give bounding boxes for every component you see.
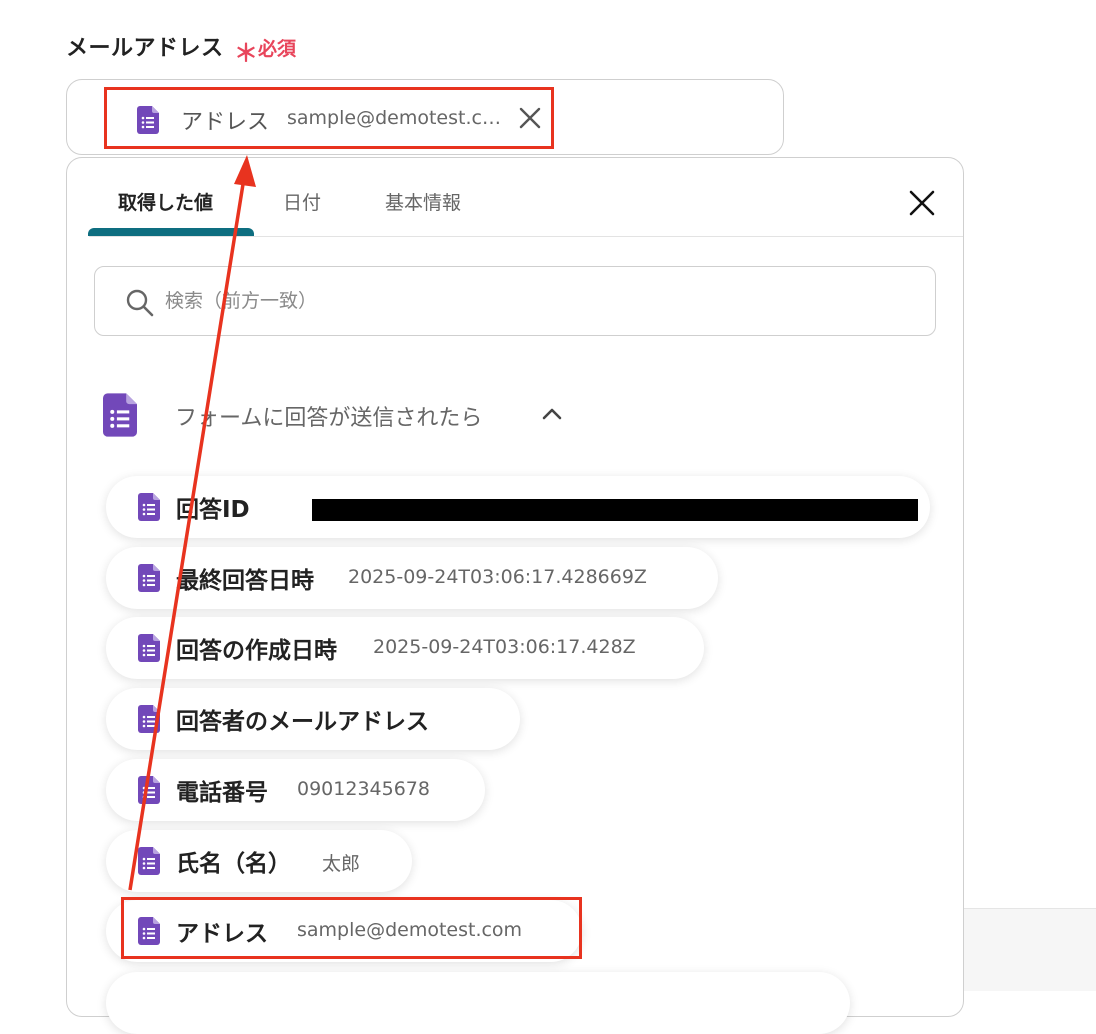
google-forms-icon (138, 634, 160, 666)
redacted-value (312, 499, 918, 521)
row-value: 太郎 (322, 853, 361, 875)
search-box (94, 266, 936, 336)
trigger-group-header[interactable]: フォームに回答が送信されたら (103, 392, 573, 442)
row-label: アドレス (176, 921, 268, 947)
row-label: 最終回答日時 (176, 568, 314, 594)
list-item-first-name[interactable]: 氏名（名） 太郎 (106, 830, 412, 892)
tab-date[interactable]: 日付 (283, 188, 321, 215)
tab-divider (89, 236, 963, 237)
row-label: 回答者のメールアドレス (176, 709, 429, 735)
list-item-response-created-time[interactable]: 回答の作成日時 2025-09-24T03:06:17.428Z (106, 617, 704, 679)
list-item-last-response-time[interactable]: 最終回答日時 2025-09-24T03:06:17.428669Z (106, 547, 718, 609)
panel-close-icon[interactable] (907, 188, 937, 218)
background-panel (964, 908, 1096, 991)
row-label: 回答の作成日時 (176, 638, 337, 664)
google-forms-icon (137, 106, 159, 138)
chevron-up-icon (541, 406, 563, 425)
google-forms-icon (138, 847, 160, 879)
list-item-phone-number[interactable]: 電話番号 09012345678 (106, 759, 485, 821)
google-forms-icon (138, 493, 160, 525)
google-forms-icon (103, 392, 137, 442)
list-item-response-id[interactable]: 回答ID (106, 476, 930, 538)
chip-label: アドレス (181, 110, 270, 135)
field-label: メールアドレス (66, 36, 224, 61)
tab-acquired-values[interactable]: 取得した値 (118, 188, 213, 215)
search-icon (125, 288, 155, 322)
row-value: 2025-09-24T03:06:17.428Z (373, 636, 636, 658)
google-forms-icon (138, 564, 160, 596)
tab-basic-info[interactable]: 基本情報 (385, 188, 461, 215)
row-value: sample@demotest.com (297, 919, 523, 941)
google-forms-icon (138, 917, 160, 949)
row-label: 回答ID (176, 497, 250, 523)
group-title: フォームに回答が送信されたら (175, 406, 483, 431)
list-item-address[interactable]: アドレス sample@demotest.com (106, 900, 582, 962)
required-asterisk: ＊ (234, 39, 258, 67)
active-tab-indicator (88, 228, 254, 236)
row-label: 電話番号 (176, 780, 268, 806)
google-forms-icon (138, 776, 160, 808)
list-item-respondent-email[interactable]: 回答者のメールアドレス (106, 688, 520, 750)
chip-value: sample@demotest.com (287, 107, 502, 129)
google-forms-icon (138, 705, 160, 737)
row-value: 2025-09-24T03:06:17.428669Z (348, 566, 647, 588)
chip-remove-icon[interactable] (517, 105, 543, 131)
search-input[interactable] (163, 285, 867, 317)
list-item-partial[interactable] (106, 972, 850, 1034)
required-text: 必須 (258, 38, 297, 60)
selected-value-chip[interactable]: アドレス sample@demotest.com (104, 87, 554, 149)
row-label: 氏名（名） (176, 851, 291, 877)
row-value: 09012345678 (297, 778, 430, 800)
